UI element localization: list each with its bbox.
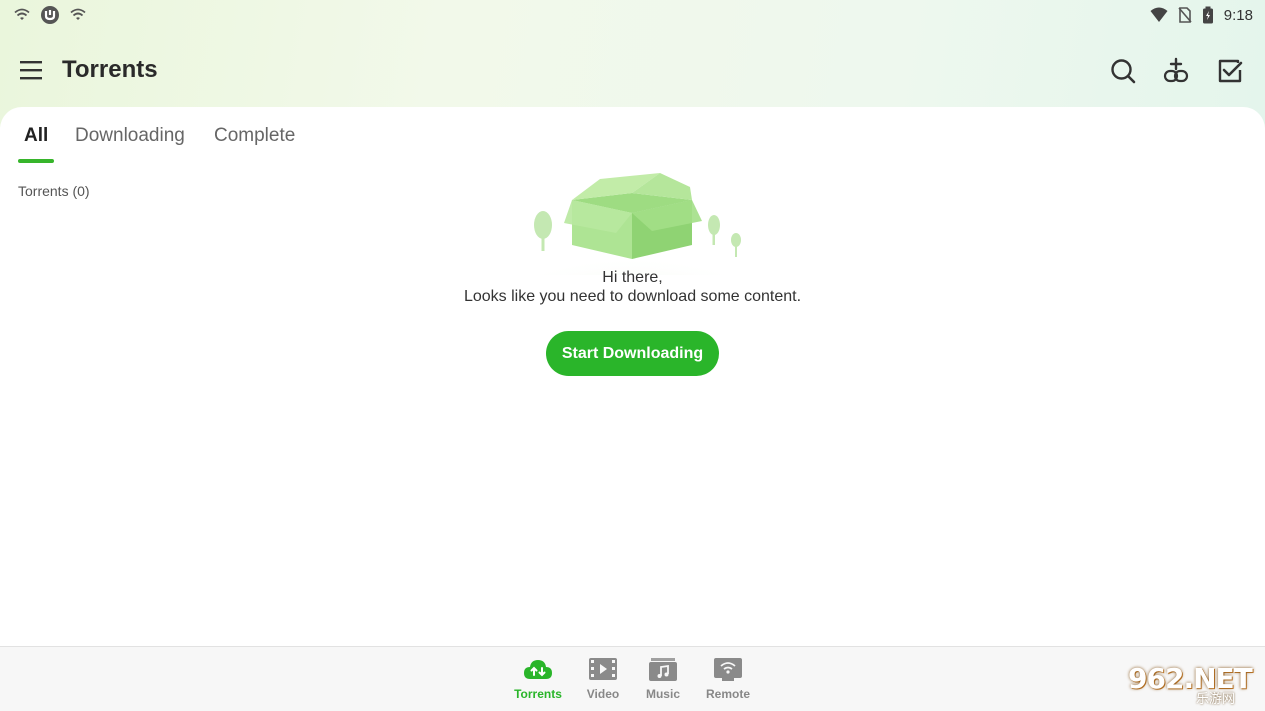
status-right-icons: 9:18 bbox=[1150, 6, 1253, 24]
app-bar: Torrents bbox=[0, 45, 1265, 97]
wifi-icon bbox=[70, 8, 86, 20]
wifi-signal-icon bbox=[1150, 7, 1168, 22]
tab-indicator bbox=[18, 159, 54, 163]
tab-downloading[interactable]: Downloading bbox=[75, 121, 185, 165]
tab-complete[interactable]: Complete bbox=[214, 121, 295, 165]
bottom-navigation: Torrents Video Music Remote bbox=[0, 646, 1265, 711]
no-sim-icon bbox=[1178, 7, 1192, 23]
cloud-transfer-icon bbox=[524, 660, 552, 679]
checkbox-icon bbox=[1218, 59, 1243, 83]
nav-label: Video bbox=[586, 687, 620, 701]
utorrent-logo-icon bbox=[41, 6, 59, 24]
hamburger-menu-icon bbox=[20, 61, 42, 80]
empty-state-subtitle: Looks like you need to download some con… bbox=[463, 288, 802, 305]
nav-item-music[interactable]: Music bbox=[633, 655, 693, 707]
nav-item-video[interactable]: Video bbox=[573, 655, 633, 707]
status-bar: 9:18 bbox=[0, 0, 1265, 30]
content-area: All Downloading Complete Torrents (0) Hi… bbox=[0, 107, 1265, 646]
nav-label: Music bbox=[645, 687, 680, 701]
music-folder-icon bbox=[649, 658, 677, 681]
nav-label: Torrents bbox=[514, 687, 562, 701]
film-icon bbox=[589, 658, 617, 680]
start-downloading-button[interactable]: Start Downloading bbox=[546, 331, 719, 376]
wifi-icon bbox=[14, 8, 30, 20]
watermark-logo: 962.NET 乐游网 bbox=[1124, 660, 1258, 706]
nav-item-remote[interactable]: Remote bbox=[698, 655, 758, 707]
watermark-subtext: 乐游网 bbox=[1196, 691, 1236, 706]
empty-box-illustration bbox=[512, 173, 752, 275]
nav-item-torrents[interactable]: Torrents bbox=[508, 655, 568, 707]
nav-label: Remote bbox=[705, 687, 750, 701]
status-left-icons bbox=[14, 5, 86, 25]
add-torrent-button[interactable] bbox=[1162, 57, 1190, 85]
page-title: Torrents bbox=[62, 56, 158, 83]
search-button[interactable] bbox=[1109, 57, 1137, 85]
torrent-count-label: Torrents (0) bbox=[18, 183, 90, 199]
search-icon bbox=[1111, 59, 1136, 84]
empty-state-title: Hi there, bbox=[602, 269, 663, 286]
add-link-icon bbox=[1163, 57, 1189, 83]
select-mode-button[interactable] bbox=[1216, 57, 1244, 85]
battery-icon bbox=[1202, 6, 1213, 24]
status-time: 9:18 bbox=[1223, 6, 1253, 24]
menu-button[interactable] bbox=[18, 57, 44, 83]
remote-wifi-icon bbox=[714, 658, 742, 681]
